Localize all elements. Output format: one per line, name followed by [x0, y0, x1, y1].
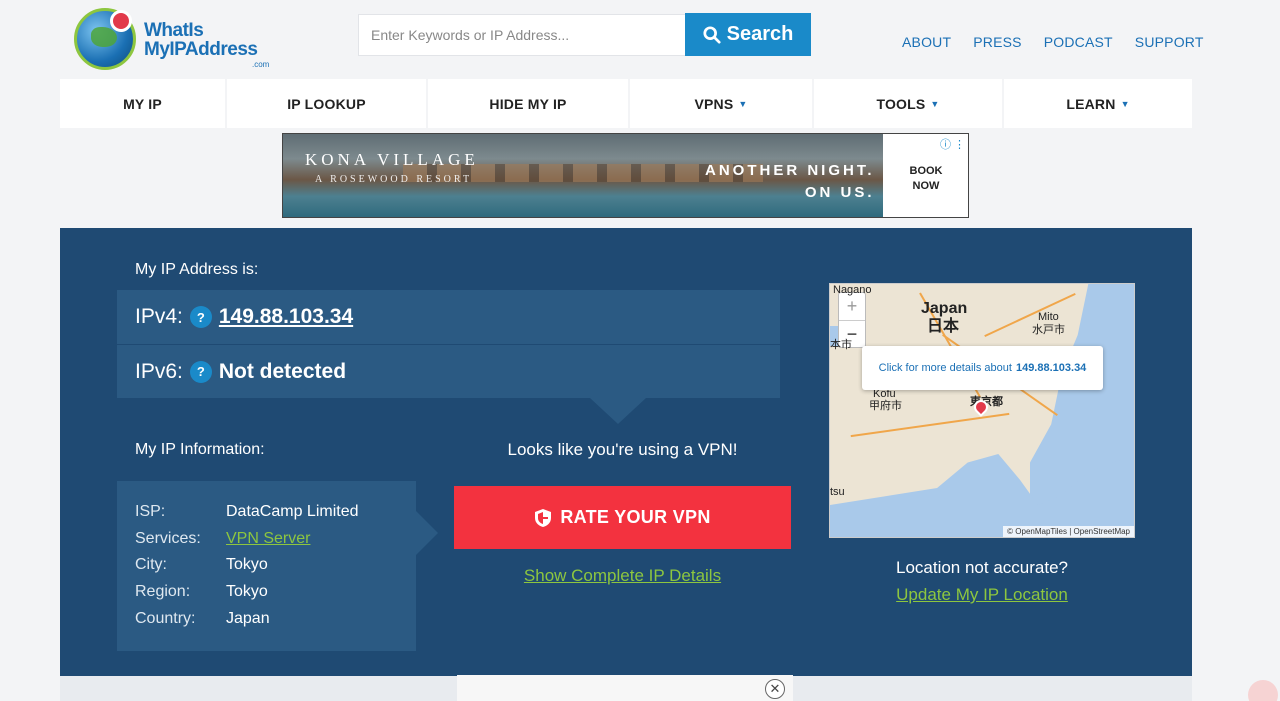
close-ad-icon[interactable]: ✕ [765, 679, 785, 699]
ad-book-line2: NOW [912, 180, 940, 192]
map-label-kofu-jp: 甲府市 [869, 400, 902, 412]
search-button-label: Search [726, 23, 794, 45]
help-icon[interactable]: ? [189, 306, 212, 328]
location-question: Location not accurate? [895, 558, 1068, 577]
ipv6-label: IPv6: [135, 359, 183, 383]
info-row-city: City: Tokyo [135, 552, 416, 579]
ipv4-label: IPv4: [135, 305, 183, 328]
nav-item-ip-lookup[interactable]: IP LOOKUP [227, 79, 426, 128]
ad-book-line1: BOOK [909, 165, 943, 177]
info-key: Region: [135, 583, 191, 601]
nav-label: LEARN [1066, 95, 1116, 112]
rate-vpn-label: RATE YOUR VPN [560, 507, 711, 527]
map-label-hon: 本市 [830, 339, 852, 351]
nav-label: MY IP [123, 95, 162, 112]
link-support[interactable]: SUPPORT [1135, 34, 1204, 50]
search-button[interactable]: Search [685, 13, 811, 56]
map-label-mito: Mito [1038, 311, 1059, 323]
info-box-pointer [416, 511, 438, 555]
rate-vpn-button[interactable]: RATE YOUR VPN [454, 486, 791, 549]
location-map[interactable]: + − Nagano Japan 日本 Mito 水戸市 本市 Kofu 甲府市… [829, 283, 1135, 538]
ad-tagline-line1: ANOTHER NIGHT. [705, 162, 875, 179]
banner-ad[interactable]: KONA VILLAGE A ROSEWOOD RESORT ANOTHER N… [282, 133, 969, 218]
info-row-isp: ISP: DataCamp Limited [135, 499, 416, 526]
info-value: Tokyo [226, 583, 268, 601]
info-key: Country: [135, 609, 196, 627]
ad-tagline: ANOTHER NIGHT. ON US. [705, 160, 875, 204]
info-row-region: Region: Tokyo [135, 579, 416, 606]
info-row-services: Services: VPN Server [135, 526, 416, 553]
logo-domain: .com [252, 60, 270, 69]
link-podcast[interactable]: PODCAST [1044, 34, 1113, 50]
nav-label: IP LOOKUP [287, 95, 366, 112]
notification-badge-icon[interactable] [1248, 680, 1278, 701]
search-box [358, 14, 686, 56]
map-popup-text: Click for more details about [878, 362, 1012, 374]
ipv6-value: Not detected [218, 359, 347, 383]
nav-item-vpns[interactable]: VPNS ▼ [630, 79, 812, 128]
info-key: Services: [135, 529, 201, 547]
map-label-japan: Japan [921, 300, 968, 317]
nav-item-hide-my-ip[interactable]: HIDE MY IP [428, 79, 628, 128]
ad-book-now-button[interactable]: BOOK NOW [895, 164, 957, 194]
info-heading: My IP Information: [135, 441, 265, 458]
info-value: Japan [226, 609, 270, 627]
location-pin-icon [110, 10, 132, 32]
logo-text-line1: WhatIs [144, 20, 204, 41]
ip-panel: My IP Address is: IPv4: ? 149.88.103.34 … [60, 228, 1192, 676]
ip-info-box: ISP: DataCamp Limited Services: VPN Serv… [117, 481, 416, 651]
ipv6-row: IPv6: ? Not detected [117, 344, 780, 398]
nav-label: TOOLS [876, 95, 926, 112]
nav-label: VPNS [694, 95, 734, 112]
vpn-detected-message: Looks like you're using a VPN! [507, 440, 738, 459]
map-label-japan-jp: 日本 [927, 318, 960, 335]
caret-down-icon: ▼ [1120, 98, 1130, 109]
ad-title: KONA VILLAGE [305, 150, 479, 169]
nav-item-my-ip[interactable]: MY IP [60, 79, 225, 128]
ipv4-row: IPv4: ? 149.88.103.34 [117, 290, 780, 344]
main-nav: MY IP IP LOOKUP HIDE MY IP VPNS ▼ TOOLS ▼ … [60, 79, 1192, 128]
ipv4-value[interactable]: 149.88.103.34 [219, 305, 353, 329]
map-road [850, 412, 1010, 438]
nav-label: HIDE MY IP [489, 95, 567, 112]
caret-down-icon: ▼ [738, 98, 748, 109]
map-label-tsu: tsu [830, 486, 845, 498]
help-icon[interactable]: ? [189, 360, 212, 383]
shield-icon [535, 508, 552, 527]
map-attribution[interactable]: © OpenMapTiles | OpenStreetMap [1003, 526, 1134, 537]
info-row-country: Country: Japan [135, 605, 416, 632]
map-label-mito-jp: 水戸市 [1032, 324, 1065, 336]
caret-down-icon: ▼ [930, 98, 940, 109]
top-links: ABOUT PRESS PODCAST SUPPORT [902, 34, 1226, 50]
map-popup[interactable]: Click for more details about 149.88.103.… [862, 346, 1103, 390]
nav-item-learn[interactable]: LEARN ▼ [1004, 79, 1192, 128]
services-link[interactable]: VPN Server [226, 530, 310, 548]
info-key: City: [135, 556, 167, 574]
site-logo[interactable]: WhatIs MyIPAddress .com [74, 8, 274, 74]
nav-item-tools[interactable]: TOOLS ▼ [814, 79, 1002, 128]
link-about[interactable]: ABOUT [902, 34, 951, 50]
ad-subtitle: A ROSEWOOD RESORT [315, 174, 473, 185]
site-header: WhatIs MyIPAddress .com Search ABOUT PRE… [0, 0, 1280, 78]
callout-pointer [590, 398, 646, 424]
info-value: DataCamp Limited [226, 503, 359, 521]
update-ip-location-link[interactable]: Update My IP Location [829, 585, 1135, 605]
sticky-bottom-ad[interactable] [457, 675, 793, 701]
zoom-in-button[interactable]: + [839, 293, 865, 320]
map-label-nagano: Nagano [833, 284, 872, 296]
link-press[interactable]: PRESS [973, 34, 1021, 50]
ip-heading: My IP Address is: [135, 261, 259, 278]
info-value: Tokyo [226, 556, 268, 574]
logo-text-line2: MyIPAddress [144, 39, 258, 60]
show-complete-ip-details-link[interactable]: Show Complete IP Details [454, 566, 791, 586]
map-popup-ip: 149.88.103.34 [1015, 362, 1087, 374]
search-icon [703, 25, 721, 44]
search-input[interactable] [359, 15, 686, 55]
ad-tagline-line2: ON US. [804, 184, 875, 201]
ad-info-icon[interactable]: ⓘ ⋮ [940, 136, 965, 152]
info-key: ISP: [135, 503, 166, 521]
